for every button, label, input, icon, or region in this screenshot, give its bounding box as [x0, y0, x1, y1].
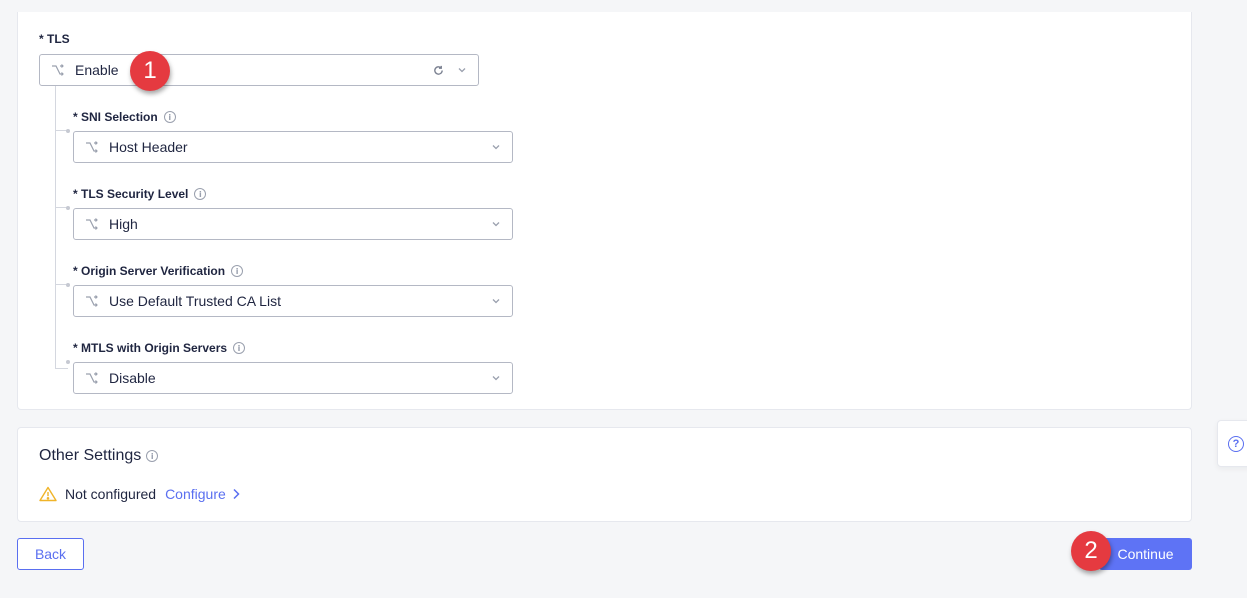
chevron-right-icon: [233, 488, 240, 500]
tls-select[interactable]: Enable: [39, 54, 479, 86]
tls-value: Enable: [75, 62, 119, 78]
tls-security-level-label: * TLS Security Level i: [73, 187, 207, 201]
annotation-badge-1: 1: [130, 51, 170, 91]
tree-connector: [55, 86, 56, 368]
chevron-down-icon[interactable]: [490, 218, 502, 230]
sni-selection-select[interactable]: Host Header: [73, 131, 513, 163]
branch-icon: [50, 62, 66, 78]
help-tab[interactable]: ?: [1217, 420, 1247, 467]
mtls-origin-servers-select[interactable]: Disable: [73, 362, 513, 394]
tls-settings-card: * TLS Enable * SNI Selection i Host Head…: [17, 12, 1192, 410]
help-icon[interactable]: ?: [1228, 435, 1244, 452]
tree-branch: [55, 368, 68, 369]
info-icon[interactable]: i: [163, 111, 176, 123]
other-settings-title: Other Settings i: [39, 447, 159, 465]
warning-icon: [39, 486, 57, 502]
tree-node: [66, 129, 70, 133]
tree-node: [66, 206, 70, 210]
info-icon[interactable]: i: [233, 342, 246, 354]
origin-server-verification-label: * Origin Server Verification i: [73, 264, 244, 278]
other-settings-status: Not configured Configure: [39, 486, 240, 502]
info-icon[interactable]: i: [146, 450, 159, 462]
tree-node: [66, 360, 70, 364]
refresh-icon[interactable]: [432, 64, 444, 76]
branch-icon: [84, 139, 100, 155]
mtls-origin-servers-label: * MTLS with Origin Servers i: [73, 341, 246, 355]
info-icon[interactable]: i: [194, 188, 207, 200]
configure-link[interactable]: Configure: [165, 486, 240, 502]
back-button[interactable]: Back: [17, 538, 84, 570]
branch-icon: [84, 216, 100, 232]
origin-server-verification-select[interactable]: Use Default Trusted CA List: [73, 285, 513, 317]
chevron-down-icon[interactable]: [456, 64, 468, 76]
continue-button[interactable]: Continue: [1099, 538, 1192, 570]
branch-icon: [84, 370, 100, 386]
sni-selection-label: * SNI Selection i: [73, 110, 176, 124]
chevron-down-icon[interactable]: [490, 372, 502, 384]
other-settings-card: Other Settings i Not configured Configur…: [17, 427, 1192, 522]
tree-node: [66, 283, 70, 287]
chevron-down-icon[interactable]: [490, 295, 502, 307]
branch-icon: [84, 293, 100, 309]
annotation-badge-2: 2: [1071, 531, 1111, 571]
tls-security-level-select[interactable]: High: [73, 208, 513, 240]
tls-label: * TLS: [39, 32, 70, 46]
chevron-down-icon[interactable]: [490, 141, 502, 153]
info-icon[interactable]: i: [231, 265, 244, 277]
status-text: Not configured: [65, 486, 157, 502]
